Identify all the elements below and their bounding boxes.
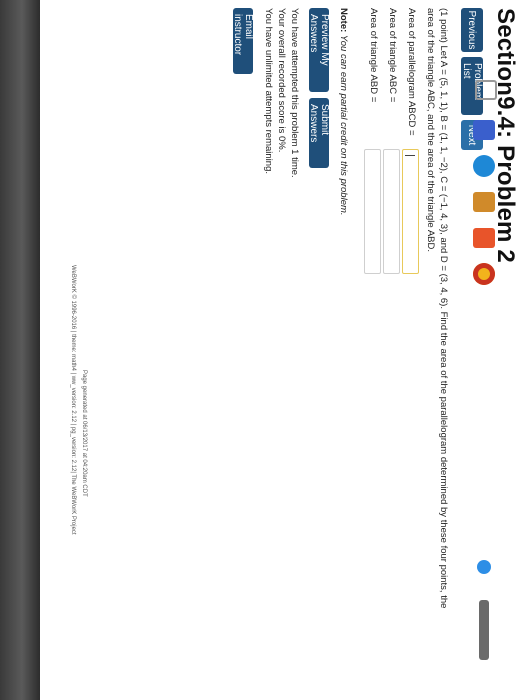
note: Note: You can earn partial credit on thi… bbox=[338, 8, 349, 216]
submit-answers-button[interactable]: Submit Answers bbox=[308, 98, 330, 168]
triangle-abd-answer-field[interactable] bbox=[364, 149, 381, 274]
webwork-page: Section9.4: Problem 2 Previous Problem L… bbox=[40, 0, 525, 700]
photo-frame: Section9.4: Problem 2 Previous Problem L… bbox=[0, 0, 525, 700]
file-explorer-icon[interactable] bbox=[473, 120, 495, 140]
preview-answers-button[interactable]: Preview My Answers bbox=[308, 8, 330, 92]
parallelogram-label: Area of parallelogram ABCD = bbox=[406, 8, 417, 136]
notification-icon[interactable] bbox=[477, 560, 491, 574]
store-icon[interactable] bbox=[473, 228, 495, 248]
system-tray-icons[interactable] bbox=[479, 600, 489, 660]
folder-icon[interactable] bbox=[473, 192, 495, 212]
triangle-abd-label: Area of triangle ABD = bbox=[368, 8, 379, 103]
page-generated-text: Page generated at 06/13/2017 at 04:20am … bbox=[81, 370, 87, 497]
remaining-status: You have unlimited attempts remaining. bbox=[263, 8, 274, 174]
attempts-status: You have attempted this problem 1 time. bbox=[289, 8, 300, 178]
edge-icon[interactable] bbox=[473, 155, 495, 177]
score-status: Your overall recorded score is 0%. bbox=[276, 8, 287, 153]
problem-statement-line2: area of the triangle ABC, and the area o… bbox=[425, 8, 436, 252]
note-text: You can earn partial credit on this prob… bbox=[338, 34, 349, 216]
email-instructor-button[interactable]: Email instructor bbox=[232, 8, 254, 74]
note-label: Note: bbox=[338, 8, 349, 33]
task-view-icon[interactable] bbox=[475, 80, 497, 100]
copyright-footer: WeBWorK © 1996-2016 | theme: math4 | ww_… bbox=[70, 265, 76, 535]
triangle-abc-label: Area of triangle ABC = bbox=[387, 8, 398, 103]
triangle-abc-answer-field[interactable] bbox=[383, 149, 400, 274]
chrome-icon[interactable] bbox=[473, 263, 495, 285]
parallelogram-answer-field[interactable] bbox=[402, 149, 419, 274]
windows-taskbar bbox=[455, 0, 525, 700]
problem-statement-line1: (1 point) Let A = (5, 1, 1), B = (1, 1, … bbox=[438, 8, 449, 609]
